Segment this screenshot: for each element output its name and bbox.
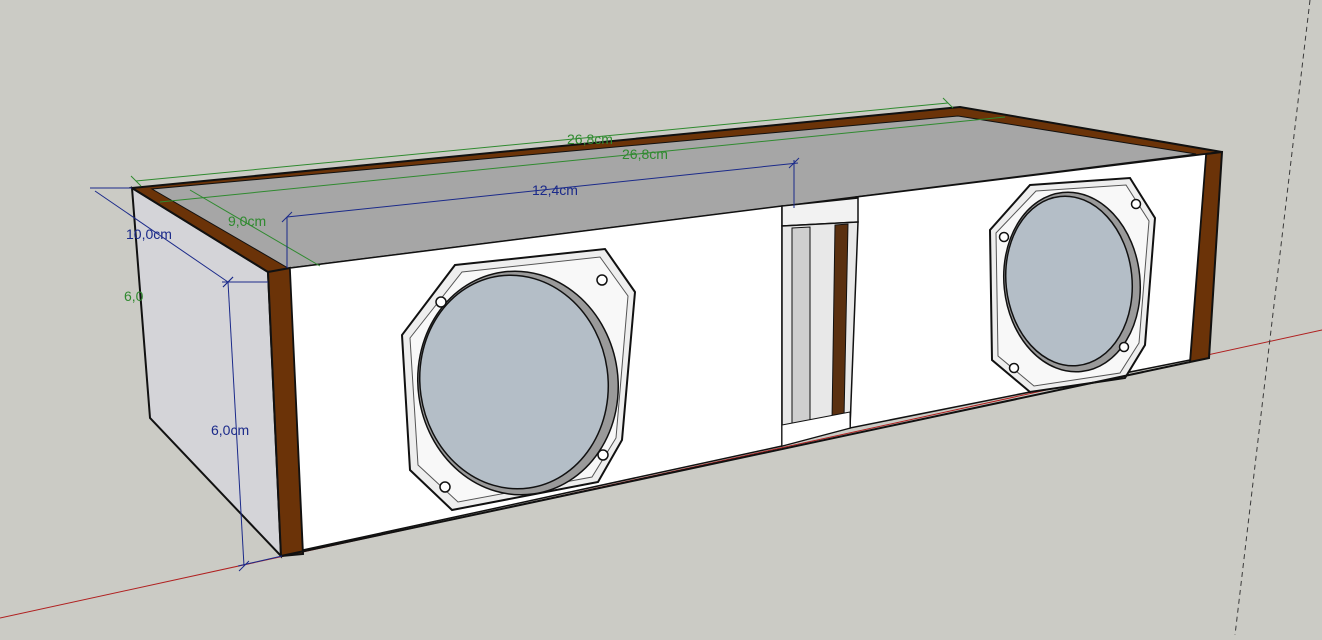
slot-port xyxy=(781,197,859,447)
label-overall-inner: 26,8cm xyxy=(622,146,668,162)
label-front-width: 12,4cm xyxy=(532,182,578,198)
screw-icon xyxy=(596,274,608,286)
label-top-depth: 9,0cm xyxy=(228,213,266,229)
label-side-depth: 10,0cm xyxy=(126,226,172,242)
screw-icon xyxy=(435,296,447,308)
sketchup-viewport[interactable]: 26,8cm 26,8cm 12,4cm 9,0cm 10,0cm 6,0 6,… xyxy=(0,0,1322,636)
screw-icon xyxy=(998,231,1010,243)
screw-icon xyxy=(1008,362,1020,374)
screw-icon xyxy=(597,449,609,461)
green-axis xyxy=(1234,0,1311,636)
label-height-front: 6,0cm xyxy=(211,422,249,438)
screw-icon xyxy=(1118,341,1130,353)
label-overall-outer: 26,8cm xyxy=(567,131,613,147)
right-driver xyxy=(988,176,1157,394)
left-driver xyxy=(400,247,637,512)
model-canvas[interactable]: 26,8cm 26,8cm 12,4cm 9,0cm 10,0cm 6,0 6,… xyxy=(0,0,1322,636)
screw-icon xyxy=(1130,198,1142,210)
screw-icon xyxy=(439,481,451,493)
label-height-back: 6,0 xyxy=(124,288,144,304)
